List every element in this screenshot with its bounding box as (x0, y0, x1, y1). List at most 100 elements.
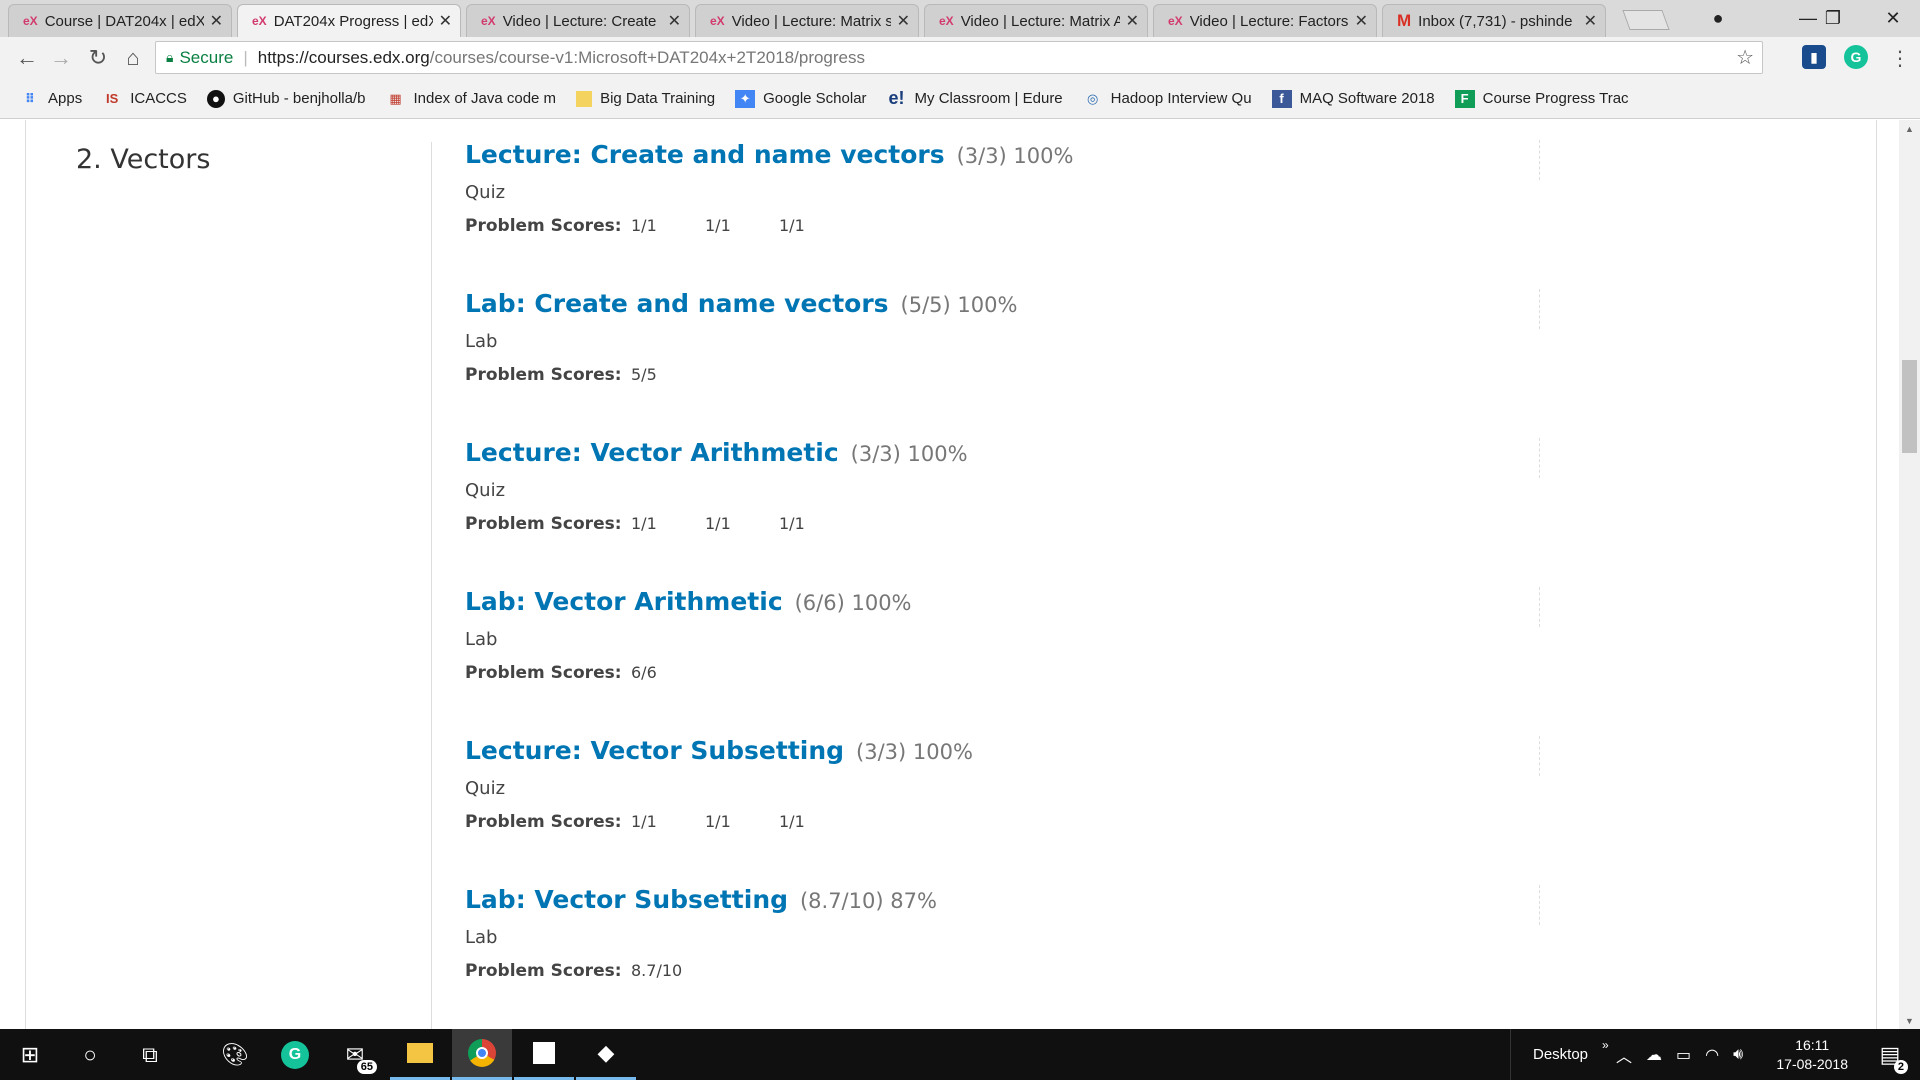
problem-score: 8.7/10 (631, 961, 683, 980)
bookmark-apps[interactable]: ⠿ Apps (20, 90, 82, 108)
tab-video-matrix-a[interactable]: eX Video | Lecture: Matrix A ✕ (924, 4, 1148, 37)
home-icon[interactable]: ⌂ (118, 43, 148, 73)
close-icon[interactable]: ✕ (210, 11, 223, 31)
bookmark-label: Apps (48, 90, 83, 107)
address-bar[interactable]: 🔒︎ Secure | https://courses.edx.org/cour… (155, 41, 1763, 74)
bookmark-big-data[interactable]: Big Data Training (576, 90, 715, 107)
close-icon[interactable]: ✕ (1584, 11, 1597, 31)
desktop-label: Desktop (1533, 1046, 1589, 1063)
cortana-search-icon[interactable]: ○ (60, 1029, 120, 1080)
file-explorer-icon[interactable] (390, 1029, 450, 1080)
notification-center-icon[interactable]: ▤ 2 (1860, 1029, 1920, 1080)
analytics-extension-icon[interactable]: ▮ (1802, 45, 1826, 69)
section-title-link[interactable]: Lecture: Vector Arithmetic (465, 438, 839, 467)
problem-scores-row: Problem Scores: 5/5 (465, 365, 1540, 385)
bookmark-label: GitHub - benjholla/b (232, 90, 366, 107)
hadoop-icon: ◎ (1086, 90, 1099, 106)
edureka-icon: e! (888, 88, 905, 108)
close-icon[interactable]: ✕ (1126, 11, 1139, 31)
problem-scores-label: Problem Scores: (465, 365, 622, 385)
paint-app-icon[interactable]: 🎨︎ (205, 1029, 265, 1080)
git-app-icon[interactable]: ◆ (576, 1029, 636, 1080)
onedrive-cloud-icon[interactable]: ☁ (1646, 1045, 1662, 1065)
bookmark-maq[interactable]: f MAQ Software 2018 (1271, 89, 1435, 108)
desktop-toolbar[interactable]: Desktop » (1510, 1029, 1609, 1080)
vertical-scrollbar[interactable]: ▲ ▼ (1899, 120, 1920, 1029)
sticky-notes-icon[interactable] (514, 1029, 574, 1080)
bookmark-java[interactable]: ▦ Index of Java code m (385, 90, 556, 108)
bookmark-google-scholar[interactable]: ✦ Google Scholar (735, 89, 867, 108)
section-title-link[interactable]: Lab: Vector Subsetting (465, 885, 788, 914)
clock[interactable]: 16:11 17-08-2018 (1776, 1036, 1848, 1074)
forward-arrow-icon[interactable]: → (46, 43, 76, 73)
problem-scores-row: Problem Scores: 1/1 1/1 1/1 (465, 812, 1540, 832)
url-path: /courses/course-v1:Microsoft+DAT204x+2T2… (429, 47, 866, 67)
section-title-link[interactable]: Lab: Vector Arithmetic (465, 587, 783, 616)
tab-title: Inbox (7,731) - pshinde (1418, 12, 1573, 30)
reload-icon[interactable]: ↻ (83, 43, 113, 73)
tab-video-matrix-s[interactable]: eX Video | Lecture: Matrix s ✕ (695, 4, 919, 37)
close-icon[interactable]: ✕ (1355, 11, 1368, 31)
scrollbar-thumb[interactable] (1902, 360, 1917, 453)
progress-section: Lab: Vector Arithmetic (6/6) 100% Lab Pr… (465, 587, 1540, 683)
section-type: Lab (465, 629, 498, 650)
bookmark-icaccs[interactable]: IS ICACCS (102, 90, 187, 108)
wifi-icon[interactable]: ◠ (1705, 1045, 1719, 1065)
menu-kebab-icon[interactable]: ⋮ (1885, 43, 1915, 73)
battery-icon[interactable]: ▭ (1676, 1045, 1691, 1065)
close-icon[interactable]: ✕ (897, 11, 910, 31)
tab-video-create[interactable]: eX Video | Lecture: Create ✕ (466, 4, 690, 37)
section-score: (3/3) 100% (850, 442, 968, 466)
section-divider (1539, 438, 1540, 478)
back-arrow-icon[interactable]: ← (12, 43, 42, 73)
lock-icon: 🔒︎ (166, 49, 174, 65)
restore-button[interactable]: ❐ (1810, 0, 1856, 37)
section-title-link[interactable]: Lecture: Vector Subsetting (465, 736, 844, 765)
problem-scores-row: Problem Scores: 1/1 1/1 1/1 (465, 216, 1540, 236)
section-type: Lab (465, 331, 498, 352)
system-tray: ︿ ☁ ▭ ◠ 🔊︎ (1616, 1029, 1743, 1080)
window-close-button[interactable]: ✕ (1870, 0, 1916, 37)
chapter-divider (431, 142, 432, 1029)
bookmark-edureka[interactable]: e! My Classroom | Edure (887, 88, 1063, 108)
scroll-down-arrow-icon[interactable]: ▼ (1899, 1012, 1920, 1029)
chapter-title: 2. Vectors (76, 144, 211, 175)
section-score: (8.7/10) 87% (799, 889, 937, 913)
scroll-up-arrow-icon[interactable]: ▲ (1899, 120, 1920, 137)
mail-app-icon[interactable]: ✉ 65 (325, 1029, 385, 1080)
tab-course[interactable]: eX Course | DAT204x | edX ✕ (8, 4, 232, 37)
close-icon[interactable]: ✕ (439, 11, 452, 31)
bookmark-hadoop[interactable]: ◎ Hadoop Interview Qu (1083, 90, 1252, 108)
problem-score: 1/1 (705, 812, 731, 831)
bookmark-star-icon[interactable]: ☆ (1736, 45, 1754, 70)
grammarly-app-icon[interactable]: G (265, 1029, 325, 1080)
section-title-link[interactable]: Lecture: Create and name vectors (465, 140, 945, 169)
new-tab-button[interactable] (1622, 10, 1670, 30)
bookmark-github[interactable]: ● GitHub - benjholla/b (206, 89, 366, 108)
task-view-icon[interactable]: ⧉ (120, 1029, 180, 1080)
problem-score: 1/1 (631, 216, 657, 235)
github-icon: ● (206, 89, 225, 108)
close-icon[interactable]: ✕ (668, 11, 681, 31)
clock-date: 17-08-2018 (1776, 1056, 1848, 1072)
tab-progress[interactable]: eX DAT204x Progress | edX ✕ (237, 4, 461, 37)
tab-inbox[interactable]: M Inbox (7,731) - pshinde ✕ (1382, 4, 1606, 37)
section-divider (1539, 885, 1540, 925)
section-title-link[interactable]: Lab: Create and name vectors (465, 289, 889, 318)
tab-title: Video | Lecture: Matrix A (960, 12, 1120, 30)
chevron-up-icon[interactable]: ︿ (1616, 1043, 1632, 1067)
section-score: (3/3) 100% (856, 740, 973, 764)
problem-scores-label: Problem Scores: (465, 812, 622, 832)
progress-section: Lab: Create and name vectors (5/5) 100% … (465, 289, 1540, 385)
windows-start-icon[interactable]: ⊞ (0, 1029, 60, 1080)
tab-video-factors[interactable]: eX Video | Lecture: Factors ✕ (1153, 4, 1377, 37)
volume-icon[interactable]: 🔊︎ (1733, 1046, 1743, 1064)
clock-time: 16:11 (1795, 1037, 1830, 1053)
chrome-app-icon[interactable] (452, 1029, 512, 1080)
bookmark-label: Google Scholar (763, 90, 867, 107)
profile-icon[interactable]: ● (1695, 0, 1741, 37)
chevron-double-icon[interactable]: » (1602, 1038, 1609, 1052)
bookmark-course-progress[interactable]: F Course Progress Trac (1454, 89, 1629, 108)
apps-grid-icon: ⠿ (24, 90, 36, 106)
grammarly-extension-icon[interactable]: G (1844, 45, 1868, 69)
